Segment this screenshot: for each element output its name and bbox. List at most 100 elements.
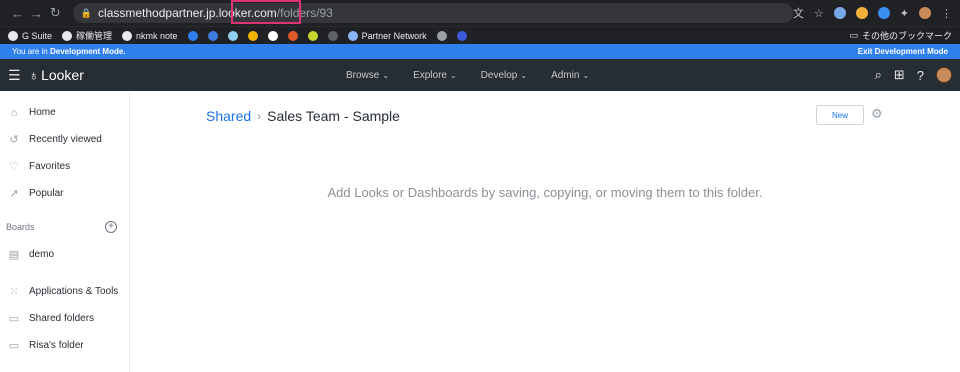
breadcrumb-shared-link[interactable]: Shared <box>206 108 251 124</box>
folder-content: Shared › Sales Team - Sample New ⚙ Add L… <box>130 91 960 372</box>
sidebar-item-popular[interactable]: ↗ Popular <box>0 180 129 207</box>
marketplace-icon[interactable]: ⊞ <box>894 67 905 83</box>
boards-heading: Boards + <box>0 213 129 241</box>
new-button[interactable]: New <box>816 105 864 125</box>
dev-mode-label: Development Mode. <box>49 47 126 56</box>
looker-logo-icon: ♁ <box>28 67 40 83</box>
kebab-menu-icon[interactable]: ⋮ <box>941 7 952 20</box>
folder-icon: ▭ <box>849 30 858 40</box>
sidebar-item-demo[interactable]: ▤ demo <box>0 241 129 268</box>
extension-icons: 文 ☆ ✦ ⋮ <box>793 5 952 21</box>
top-nav: Browse ⌄ Explore ⌄ Develop ⌄ Admin ⌄ <box>346 70 589 81</box>
bookmark-icon[interactable] <box>227 30 238 41</box>
gear-icon[interactable]: ⚙ <box>871 106 883 122</box>
sidebar-divider <box>0 268 129 278</box>
sidebar-item-label: Shared folders <box>29 313 95 324</box>
dev-mode-text: You are in Development Mode. <box>12 47 126 56</box>
sidebar-item-risas-folder[interactable]: ▭ Risa's folder <box>0 332 129 359</box>
bookmark-icon[interactable] <box>187 30 198 41</box>
bookmark-icon[interactable] <box>207 30 218 41</box>
bookmark-nkmk[interactable]: nkmk note <box>122 30 178 41</box>
puzzle-icon[interactable]: ✦ <box>900 7 909 20</box>
address-bar[interactable]: 🔒 classmethodpartner.jp.looker.com/folde… <box>72 0 793 24</box>
folder-icon: ▭ <box>8 340 20 352</box>
home-icon: ⌂ <box>10 106 18 119</box>
help-icon[interactable]: ? <box>917 68 924 83</box>
sidebar-item-favorites[interactable]: ♡ Favorites <box>0 153 129 180</box>
apps-icon: ⁙ <box>9 286 19 298</box>
nav-develop[interactable]: Develop ⌄ <box>481 70 527 81</box>
chevron-down-icon: ⌄ <box>449 70 457 80</box>
looker-header: ☰ ♁ Looker Browse ⌄ Explore ⌄ Develop ⌄ Admi… <box>0 59 960 91</box>
back-arrow-icon[interactable]: ← <box>8 6 27 21</box>
looker-icon <box>347 30 358 41</box>
bookmark-icon[interactable] <box>247 30 258 41</box>
bookmark-partner-network[interactable]: Partner Network <box>347 30 427 41</box>
search-icon[interactable]: ⌕ <box>875 67 882 83</box>
board-icon: ▤ <box>8 249 20 261</box>
globe-icon <box>122 30 133 41</box>
bookmark-icon[interactable] <box>327 30 338 41</box>
bookmark-gsuite[interactable]: G Suite <box>8 30 53 41</box>
nav-explore[interactable]: Explore ⌄ <box>413 70 457 81</box>
other-bookmarks[interactable]: ▭ その他のブックマーク <box>849 29 952 42</box>
sidebar-item-label: Recently viewed <box>29 134 102 145</box>
bookmark-kadou[interactable]: 稼働管理 <box>62 29 112 42</box>
reload-icon[interactable]: ↻ <box>46 5 65 21</box>
sidebar-item-label: Applications & Tools <box>29 286 119 297</box>
nav-label: Browse <box>346 69 380 81</box>
chevron-down-icon: ⌄ <box>582 70 590 80</box>
sidebar-item-recently-viewed[interactable]: ↺ Recently viewed <box>0 126 129 153</box>
looker-logo[interactable]: ♁ Looker <box>29 67 84 83</box>
translate-icon[interactable]: 文 <box>793 5 804 21</box>
bookmark-label: Partner Network <box>361 30 427 41</box>
bookmark-icon[interactable] <box>287 30 298 41</box>
nav-admin[interactable]: Admin ⌄ <box>551 70 589 81</box>
nav-label: Explore <box>413 69 447 81</box>
history-icon: ↺ <box>9 134 19 146</box>
bookmark-label: nkmk note <box>136 30 178 41</box>
extension-icon[interactable] <box>833 7 846 19</box>
profile-avatar[interactable] <box>919 7 931 19</box>
hamburger-menu-icon[interactable]: ☰ <box>8 67 21 84</box>
header-icons: ⌕ ⊞ ? <box>875 67 952 83</box>
bookmark-label: G Suite <box>22 30 53 41</box>
sidebar-item-label: Home <box>29 107 56 118</box>
sidebar-item-home[interactable]: ⌂ Home <box>0 99 129 126</box>
notion-icon[interactable] <box>267 30 278 41</box>
extension-icon[interactable] <box>855 7 868 19</box>
extension-icon[interactable] <box>877 7 890 19</box>
bookmark-label: 稼働管理 <box>76 31 113 41</box>
avatar[interactable] <box>936 67 952 83</box>
dev-mode-prefix: You are in <box>12 47 50 56</box>
sidebar-item-shared-folders[interactable]: ▭ Shared folders <box>0 305 129 332</box>
forward-arrow-icon[interactable]: → <box>27 6 46 21</box>
chevron-down-icon: ⌄ <box>520 70 528 80</box>
logo-text: Looker <box>41 67 84 83</box>
sidebar-item-applications[interactable]: ⁙ Applications & Tools <box>0 278 129 305</box>
other-bookmarks-label: その他のブックマーク <box>861 31 952 41</box>
exit-dev-mode-link[interactable]: Exit Development Mode <box>858 47 948 56</box>
nav-label: Develop <box>480 69 518 81</box>
heart-icon: ♡ <box>9 161 19 173</box>
sidebar-item-label: demo <box>29 249 55 260</box>
chevron-right-icon: › <box>257 109 262 123</box>
sidebar: ⌂ Home ↺ Recently viewed ♡ Favorites ↗ Popul… <box>0 91 130 372</box>
dev-mode-banner: You are in Development Mode. Exit Develo… <box>0 44 960 59</box>
sidebar-item-label: Favorites <box>29 161 71 172</box>
bookmark-icon[interactable] <box>456 30 467 41</box>
star-icon[interactable]: ☆ <box>814 7 824 20</box>
globe-icon <box>8 30 18 41</box>
bookmark-icon[interactable] <box>307 30 318 41</box>
bookmarks-bar: G Suite 稼働管理 nkmk note Partner Network ▭… <box>0 26 960 44</box>
nav-browse[interactable]: Browse ⌄ <box>346 70 389 81</box>
sidebar-item-label: Risa's folder <box>29 340 84 351</box>
add-board-icon[interactable]: + <box>105 221 117 233</box>
lock-icon: 🔒 <box>80 7 93 18</box>
folder-icon: ▭ <box>8 313 20 325</box>
trending-icon: ↗ <box>9 188 19 200</box>
breadcrumb: Shared › Sales Team - Sample <box>206 108 400 124</box>
sidebar-item-label: Popular <box>29 188 64 199</box>
bookmark-icon[interactable] <box>436 30 447 41</box>
main-area: ⌂ Home ↺ Recently viewed ♡ Favorites ↗ Popul… <box>0 91 960 372</box>
